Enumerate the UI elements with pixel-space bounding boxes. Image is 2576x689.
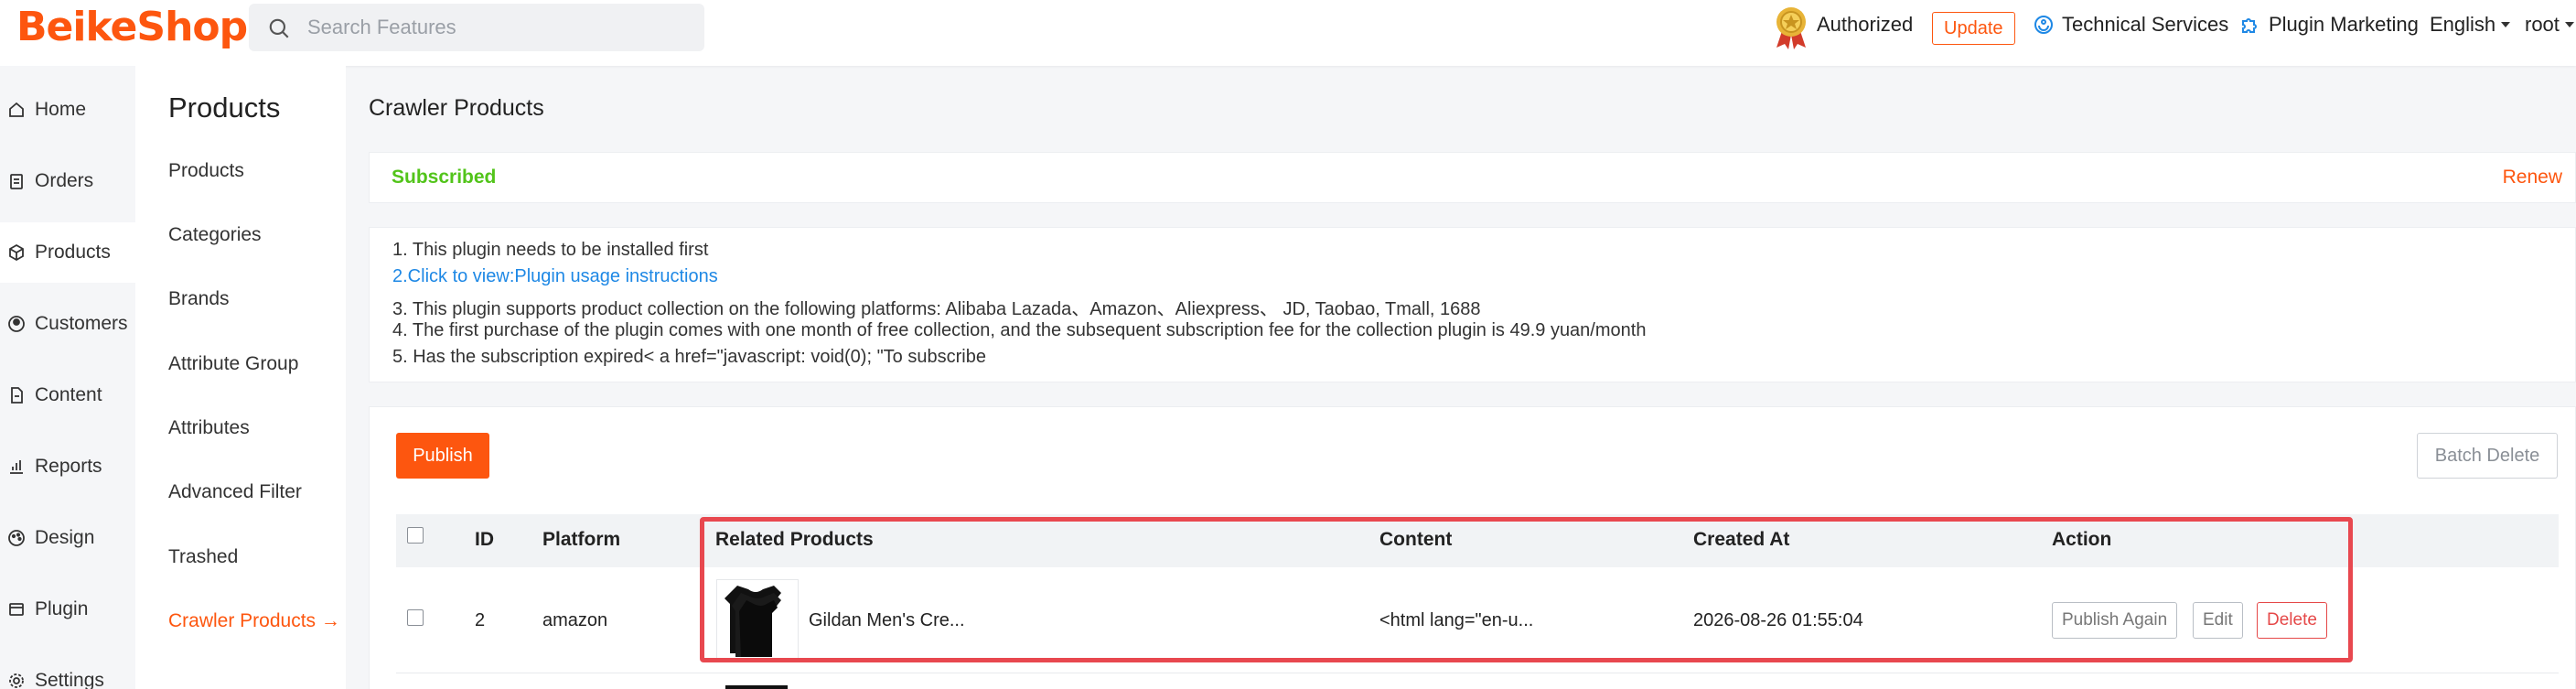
- technical-services-link[interactable]: Technical Services: [2033, 13, 2228, 37]
- user-circle-icon: [8, 316, 25, 332]
- sidebar-item-orders[interactable]: Orders: [0, 151, 135, 211]
- technical-services-label: Technical Services: [2062, 13, 2229, 36]
- support-icon: [2034, 16, 2053, 34]
- home-icon: [9, 102, 24, 117]
- palette-icon: [8, 530, 25, 546]
- sidebar-item-plugin[interactable]: Plugin: [0, 579, 135, 640]
- update-button[interactable]: Update: [1932, 12, 2015, 45]
- tshirt-stack-image: [724, 586, 781, 657]
- plugin-marketing-link[interactable]: Plugin Marketing: [2239, 13, 2419, 37]
- subnav-title: Products: [168, 92, 281, 124]
- language-dropdown[interactable]: English: [2430, 13, 2511, 37]
- info-line: 4. The first purchase of the plugin come…: [392, 320, 1647, 340]
- page-title: Crawler Products: [369, 95, 544, 121]
- gear-icon: [9, 673, 24, 688]
- plugin-info-panel: 1. This plugin needs to be installed fir…: [369, 227, 2576, 382]
- logo[interactable]: BeikeShop: [16, 4, 248, 50]
- box-icon: [9, 243, 24, 262]
- sidebar-item-label: Reports: [35, 456, 102, 477]
- language-label: English: [2430, 13, 2496, 36]
- plugin-marketing-label: Plugin Marketing: [2269, 13, 2419, 36]
- authorized-label: Authorized: [1817, 13, 1914, 36]
- plugin-instructions-link[interactable]: 2.Click to view:Plugin usage instruction…: [392, 266, 718, 287]
- sidebar-item-label: Content: [35, 384, 102, 405]
- row-checkbox[interactable]: [407, 609, 424, 626]
- subscription-status: Subscribed: [392, 167, 497, 188]
- publish-again-button[interactable]: Publish Again: [2052, 602, 2178, 639]
- chevron-down-icon: [2501, 22, 2511, 27]
- row-created-at: 2026-08-26 01:55:04: [1693, 610, 1863, 630]
- delete-button[interactable]: Delete: [2257, 602, 2327, 639]
- sidebar-item-label: Plugin: [35, 598, 89, 619]
- sidebar-item-label: Products: [35, 242, 111, 263]
- column-header-created-at: Created At: [1693, 529, 1790, 550]
- sidebar-item-label: Settings: [35, 670, 104, 689]
- info-line: 1. This plugin needs to be installed fir…: [392, 240, 709, 260]
- product-thumbnail[interactable]: [716, 579, 799, 660]
- user-label: root: [2525, 13, 2560, 36]
- publish-button[interactable]: Publish: [396, 433, 489, 479]
- renew-link[interactable]: Renew: [2503, 167, 2562, 188]
- document-icon: [11, 387, 23, 404]
- subnav-item-brands[interactable]: Brands: [168, 288, 230, 310]
- sidebar-item-reports[interactable]: Reports: [0, 436, 135, 497]
- sidebar-item-label: Design: [35, 527, 95, 548]
- sidebar-item-home[interactable]: Home: [0, 80, 135, 140]
- sidebar-item-customers[interactable]: Customers: [0, 294, 135, 354]
- sidebar-item-design[interactable]: Design: [0, 508, 135, 568]
- puzzle-icon: [2242, 18, 2257, 33]
- search-icon: [269, 18, 289, 38]
- edit-button[interactable]: Edit: [2193, 602, 2243, 639]
- sidebar-item-content[interactable]: Content: [0, 365, 135, 425]
- top-header: BeikeShop Authorized Update Technical Se…: [0, 0, 2576, 66]
- user-dropdown[interactable]: root: [2525, 13, 2574, 37]
- subnav-item-attribute-group[interactable]: Attribute Group: [168, 353, 298, 375]
- info-line: 5. Has the subscription expired< a href=…: [392, 347, 986, 367]
- search-bar[interactable]: [249, 4, 704, 51]
- sidebar-item-label: Customers: [35, 313, 128, 334]
- main-sidebar: Home Orders Products Customers Content R…: [0, 66, 135, 689]
- subnav-item-advanced-filter[interactable]: Advanced Filter: [168, 481, 302, 503]
- row-content: <html lang="en-u...: [1379, 610, 1534, 630]
- bar-chart-icon: [10, 460, 23, 474]
- row-id: 2: [475, 610, 486, 630]
- subnav-item-crawler-products[interactable]: Crawler Products →: [168, 610, 340, 632]
- table-header: ID Platform Related Products Content Cre…: [396, 514, 2559, 567]
- column-header-action: Action: [2052, 529, 2112, 550]
- products-subnav: Products Products Categories Brands Attr…: [135, 66, 346, 689]
- batch-delete-button[interactable]: Batch Delete: [2417, 433, 2558, 479]
- column-header-id: ID: [475, 529, 494, 550]
- column-header-related-products: Related Products: [715, 529, 874, 550]
- subscription-panel: Subscribed Renew: [369, 152, 2576, 203]
- plugin-icon: [9, 603, 24, 616]
- column-header-content: Content: [1379, 529, 1453, 550]
- next-row-thumbnail: [725, 685, 788, 689]
- info-line: 3. This plugin supports product collecti…: [392, 299, 1481, 319]
- chevron-down-icon: [2564, 22, 2574, 27]
- clipboard-icon: [10, 174, 23, 189]
- sidebar-item-label: Home: [35, 99, 87, 120]
- sidebar-item-products[interactable]: Products: [0, 222, 135, 283]
- column-header-platform: Platform: [542, 529, 621, 550]
- search-input[interactable]: [307, 4, 692, 51]
- row-platform: amazon: [542, 610, 608, 630]
- sidebar-item-settings[interactable]: Settings: [0, 651, 135, 689]
- subnav-item-attributes[interactable]: Attributes: [168, 417, 250, 439]
- subnav-item-products[interactable]: Products: [168, 160, 244, 182]
- select-all-checkbox[interactable]: [407, 527, 424, 544]
- subnav-item-trashed[interactable]: Trashed: [168, 546, 238, 568]
- authorized-badge-icon: [1776, 7, 1806, 49]
- sidebar-item-label: Orders: [35, 170, 94, 191]
- subnav-item-categories[interactable]: Categories: [168, 224, 262, 246]
- row-product-name[interactable]: Gildan Men's Cre...: [809, 610, 965, 631]
